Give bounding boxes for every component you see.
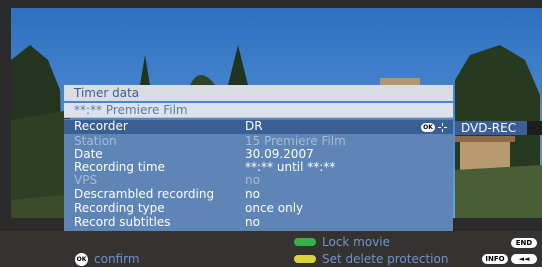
row-label: Recording type: [74, 201, 165, 215]
row-value: no: [245, 215, 260, 229]
footer-bar: OK confirm Lock movie Set delete protect…: [0, 231, 542, 267]
yellow-button-icon: [294, 255, 316, 263]
row-label: Descrambled recording: [74, 187, 215, 201]
lock-movie-label: Lock movie: [322, 235, 391, 249]
row-label: Recorder: [74, 119, 128, 133]
info-key[interactable]: INFO: [482, 254, 508, 264]
row-value: no: [245, 173, 260, 187]
row-label: Record subtitles: [74, 215, 171, 229]
timer-name-field[interactable]: **:** Premiere Film: [64, 103, 453, 118]
confirm-label: confirm: [94, 252, 140, 266]
row-descrambled-recording[interactable]: Descrambled recording no: [64, 188, 453, 201]
green-button-icon: [294, 238, 316, 246]
delete-protection-hint[interactable]: Set delete protection: [294, 252, 448, 266]
panel-title: Timer data: [64, 85, 453, 101]
end-key[interactable]: END: [511, 238, 537, 248]
recorder-option-dvd-rec[interactable]: DVD-REC: [455, 121, 527, 135]
row-label: VPS: [74, 173, 98, 187]
row-value: no: [245, 187, 260, 201]
row-value: once only: [245, 201, 304, 215]
row-record-subtitles[interactable]: Record subtitles no: [64, 216, 453, 229]
rewind-icon[interactable]: ◄◄: [511, 254, 537, 264]
option-list-edge: [527, 121, 542, 135]
lock-movie-hint[interactable]: Lock movie: [294, 235, 390, 249]
timer-settings-list: Recorder DR OK Station 15 Premiere Film …: [64, 119, 453, 231]
row-value: DR: [245, 119, 263, 133]
row-recorder[interactable]: Recorder DR OK: [64, 120, 453, 134]
row-vps[interactable]: VPS no: [64, 174, 453, 187]
confirm-hint[interactable]: OK confirm: [75, 252, 140, 266]
timer-data-panel: Timer data **:** Premiere Film Recorder …: [64, 85, 453, 231]
ok-button-icon: OK: [75, 252, 88, 266]
delete-protection-label: Set delete protection: [322, 252, 449, 266]
navigation-cross-icon: [438, 122, 447, 132]
ok-button-icon: OK: [421, 122, 435, 132]
row-recording-type[interactable]: Recording type once only: [64, 202, 453, 215]
